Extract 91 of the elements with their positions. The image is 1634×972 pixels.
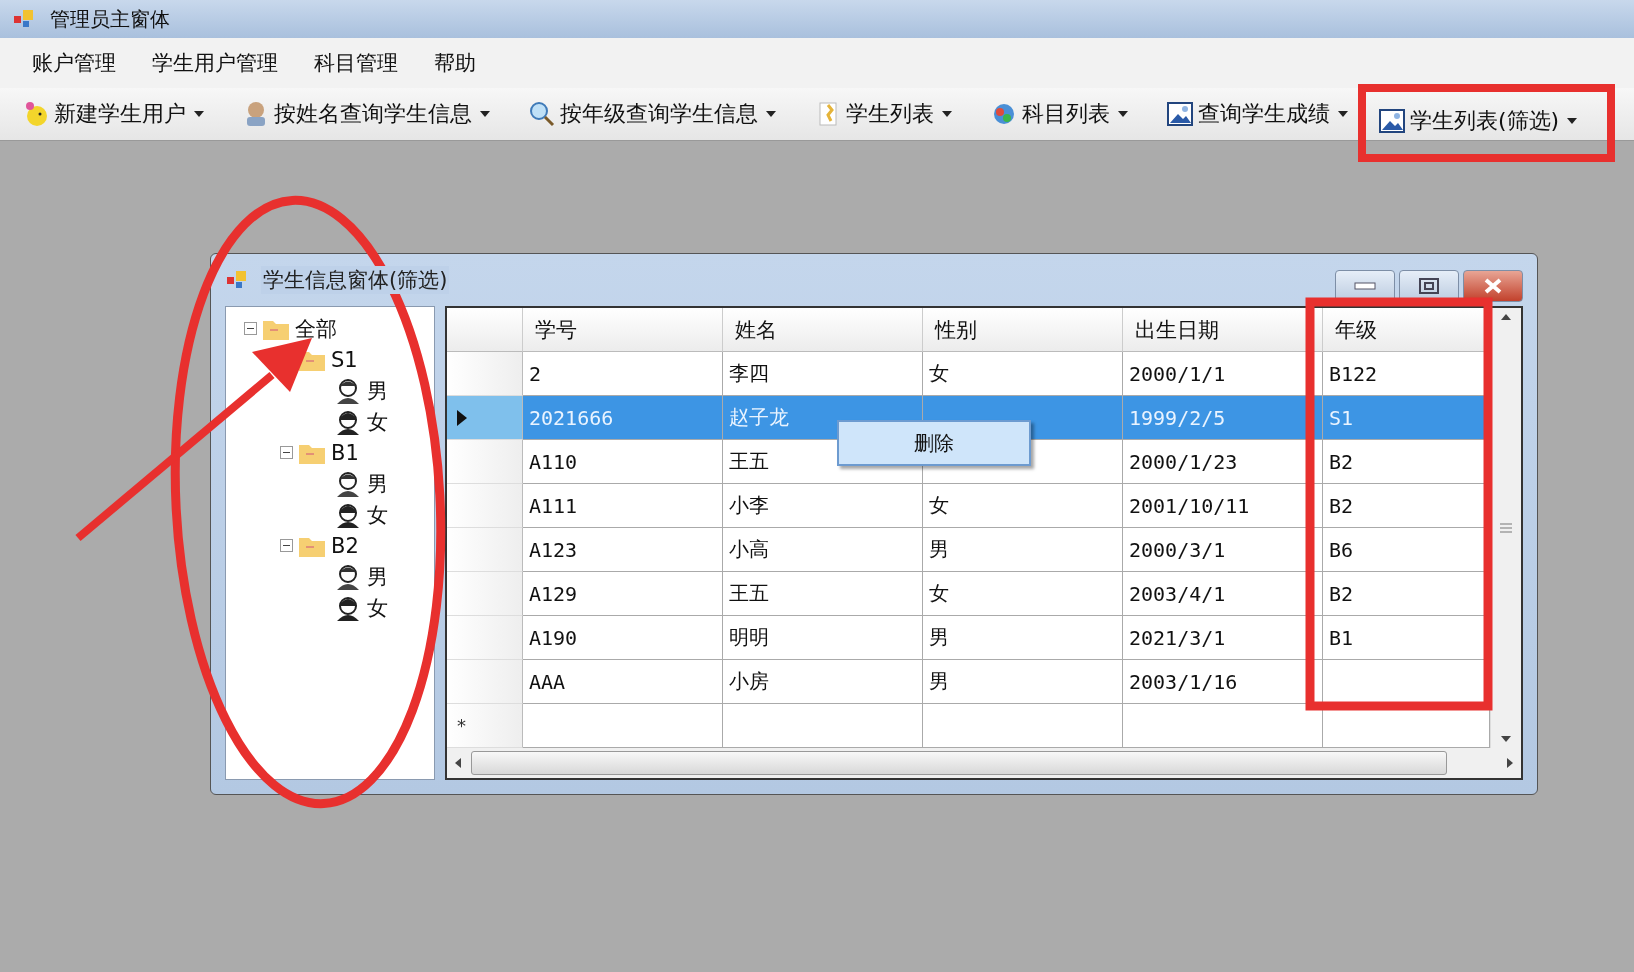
column-header[interactable]: 性别 (923, 308, 1123, 352)
tree-node[interactable]: 女 (367, 593, 388, 622)
table-cell: 小李 (723, 484, 923, 528)
table-cell: 男 (923, 528, 1123, 572)
table-cell: 2021666 (523, 396, 723, 440)
scroll-up-icon[interactable] (1501, 314, 1511, 320)
caret-icon (1567, 118, 1578, 124)
table-cell: 2000/1/1 (1123, 352, 1323, 396)
table-cell: 小高 (723, 528, 923, 572)
app-icon (14, 10, 36, 28)
table-cell: AAA (523, 660, 723, 704)
table-cell: A123 (523, 528, 723, 572)
close-button[interactable] (1463, 270, 1523, 302)
window-title: 学生信息窗体(筛选) (261, 266, 450, 294)
scroll-right-icon[interactable] (1507, 758, 1513, 768)
search-icon (528, 100, 556, 128)
tree-node[interactable]: 女 (367, 407, 388, 436)
table-cell: A110 (523, 440, 723, 484)
toolbar-button[interactable]: 学生列表(筛选) (1372, 102, 1584, 140)
close-icon (1483, 278, 1503, 294)
new-row-cell[interactable] (923, 704, 1123, 748)
column-header[interactable]: 学号 (523, 308, 723, 352)
table-cell: 女 (923, 484, 1123, 528)
tree-node[interactable]: 男 (367, 562, 388, 591)
collapse-toggle[interactable] (280, 446, 293, 459)
scroll-down-icon[interactable] (1501, 736, 1511, 742)
caret-icon (1118, 111, 1128, 117)
table-cell: 明明 (723, 616, 923, 660)
new-row-cell[interactable] (723, 704, 923, 748)
table-cell: 2000/1/23 (1123, 440, 1323, 484)
tree-node[interactable]: B1 (331, 440, 359, 465)
minimize-icon (1354, 282, 1376, 290)
scroll-left-icon[interactable] (455, 758, 461, 768)
caret-icon (766, 111, 776, 117)
caret-icon (1338, 111, 1348, 117)
tree-node[interactable]: 全部 (295, 314, 337, 343)
table-cell: 女 (923, 572, 1123, 616)
toolbar-button[interactable]: 按年级查询学生信息 (522, 95, 782, 133)
table-cell: 男 (923, 616, 1123, 660)
column-header[interactable]: 姓名 (723, 308, 923, 352)
grip-icon[interactable] (1500, 523, 1512, 533)
tree-node[interactable]: 男 (367, 376, 388, 405)
table-cell: 李四 (723, 352, 923, 396)
horizontal-scrollbar[interactable] (447, 748, 1521, 778)
table-cell: A190 (523, 616, 723, 660)
toolbar-button[interactable]: 科目列表 (984, 95, 1134, 133)
minus-icon (247, 325, 254, 332)
table-cell: 1999/2/5 (1123, 396, 1323, 440)
row-header[interactable]: * (447, 704, 523, 748)
table-cell: A129 (523, 572, 723, 616)
new-row-cell[interactable] (523, 704, 723, 748)
tree-node[interactable]: B2 (331, 533, 359, 558)
table-cell: 2001/10/11 (1123, 484, 1323, 528)
collapse-toggle[interactable] (244, 322, 257, 335)
window-title: 管理员主窗体 (50, 5, 170, 33)
tree-node[interactable]: S1 (331, 347, 358, 372)
collapse-toggle[interactable] (280, 539, 293, 552)
table-cell: 小房 (723, 660, 923, 704)
table-cell: 男 (923, 660, 1123, 704)
table-cell: 2003/4/1 (1123, 572, 1323, 616)
minus-icon (283, 449, 290, 456)
table-cell: 2 (523, 352, 723, 396)
caret-icon (942, 111, 952, 117)
menu-item[interactable]: 帮助 (420, 45, 490, 81)
toolbar-button[interactable]: 查询学生成绩 (1160, 95, 1354, 133)
row-header[interactable] (447, 396, 523, 440)
column-header[interactable]: 出生日期 (1123, 308, 1323, 352)
current-row-icon (457, 409, 467, 426)
caret-icon (480, 111, 490, 117)
toolbar-button[interactable]: 学生列表 (808, 95, 958, 133)
menu-item[interactable]: 科目管理 (300, 45, 412, 81)
menu-item[interactable]: 账户管理 (18, 45, 130, 81)
table-cell: 2000/3/1 (1123, 528, 1323, 572)
caret-icon (194, 111, 204, 117)
scroll-thumb[interactable] (471, 751, 1447, 775)
toolbar-button[interactable]: 按姓名查询学生信息 (236, 95, 496, 133)
table-cell: A111 (523, 484, 723, 528)
table-cell: 2003/1/16 (1123, 660, 1323, 704)
restore-icon (1419, 278, 1439, 294)
app-icon (227, 271, 249, 289)
table-cell: 女 (923, 352, 1123, 396)
toolbar-button[interactable]: 新建学生用户 (16, 95, 210, 133)
tree-node[interactable]: 女 (367, 500, 388, 529)
table-cell: 王五 (723, 572, 923, 616)
table-cell: 2021/3/1 (1123, 616, 1323, 660)
menu-item[interactable]: 学生用户管理 (138, 45, 292, 81)
image-icon (1378, 107, 1406, 135)
tree-node[interactable]: 男 (367, 469, 388, 498)
minus-icon (283, 542, 290, 549)
new-row-marker: * (457, 715, 466, 736)
image-icon (1166, 100, 1194, 128)
